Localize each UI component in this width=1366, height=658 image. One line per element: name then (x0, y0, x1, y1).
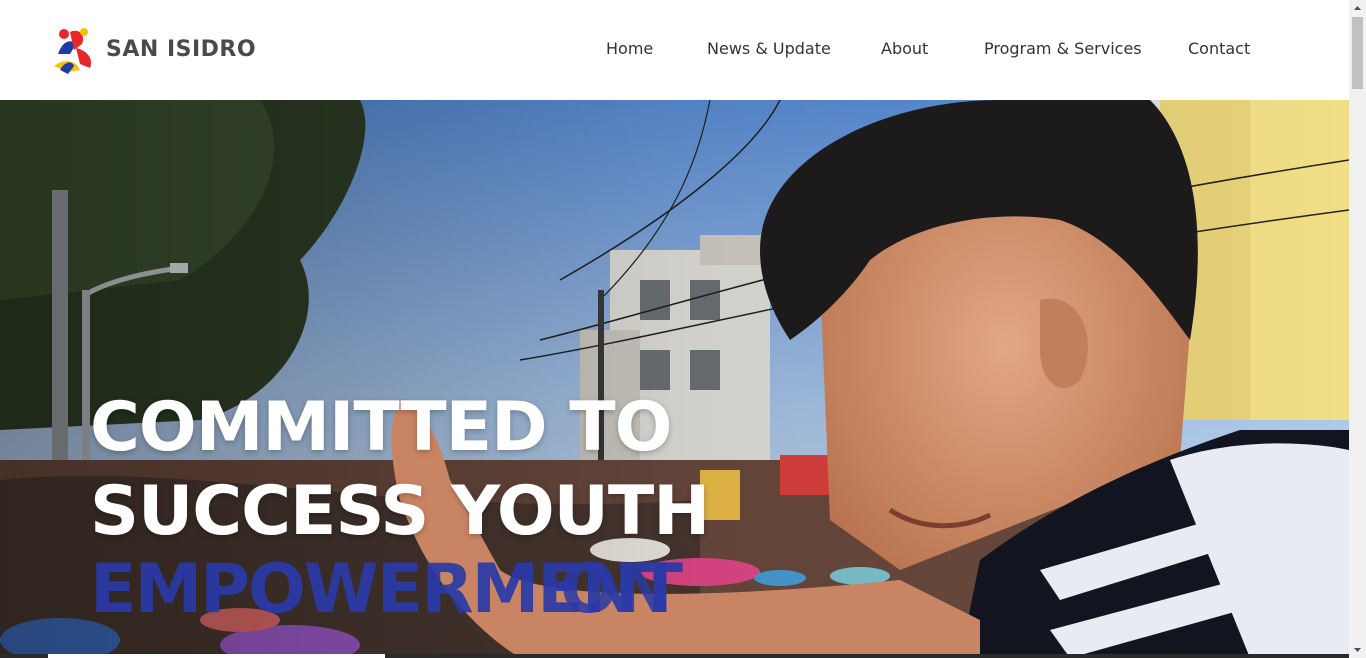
nav-home[interactable]: Home (606, 38, 653, 60)
scroll-down-arrow-icon[interactable] (1349, 641, 1366, 658)
hero-title-line-2: SUCCESS YOUTH (90, 472, 710, 551)
nav-news-update[interactable]: News & Update (707, 38, 831, 60)
page-scrollbar[interactable] (1349, 0, 1366, 658)
hero-slider: COMMITTED TO SUCCESS YOUTH EMPOWERMENT O… (0, 100, 1349, 658)
hero-accent-trailing: ON (560, 550, 673, 629)
slider-progress-track (0, 654, 1349, 658)
slider-progress-fill (48, 654, 385, 658)
nav-about[interactable]: About (881, 38, 928, 60)
hero-title-line-1: COMMITTED TO (90, 388, 672, 467)
nav-program-services[interactable]: Program & Services (984, 38, 1142, 60)
scrollbar-thumb[interactable] (1352, 17, 1363, 89)
site-header: SAN ISIDRO Home News & Update About Prog… (0, 0, 1349, 100)
nav-contact[interactable]: Contact (1188, 38, 1250, 60)
main-navigation: Home News & Update About Program & Servi… (0, 0, 1349, 100)
scroll-up-arrow-icon[interactable] (1349, 0, 1366, 17)
hero-title: COMMITTED TO SUCCESS YOUTH (90, 386, 710, 554)
